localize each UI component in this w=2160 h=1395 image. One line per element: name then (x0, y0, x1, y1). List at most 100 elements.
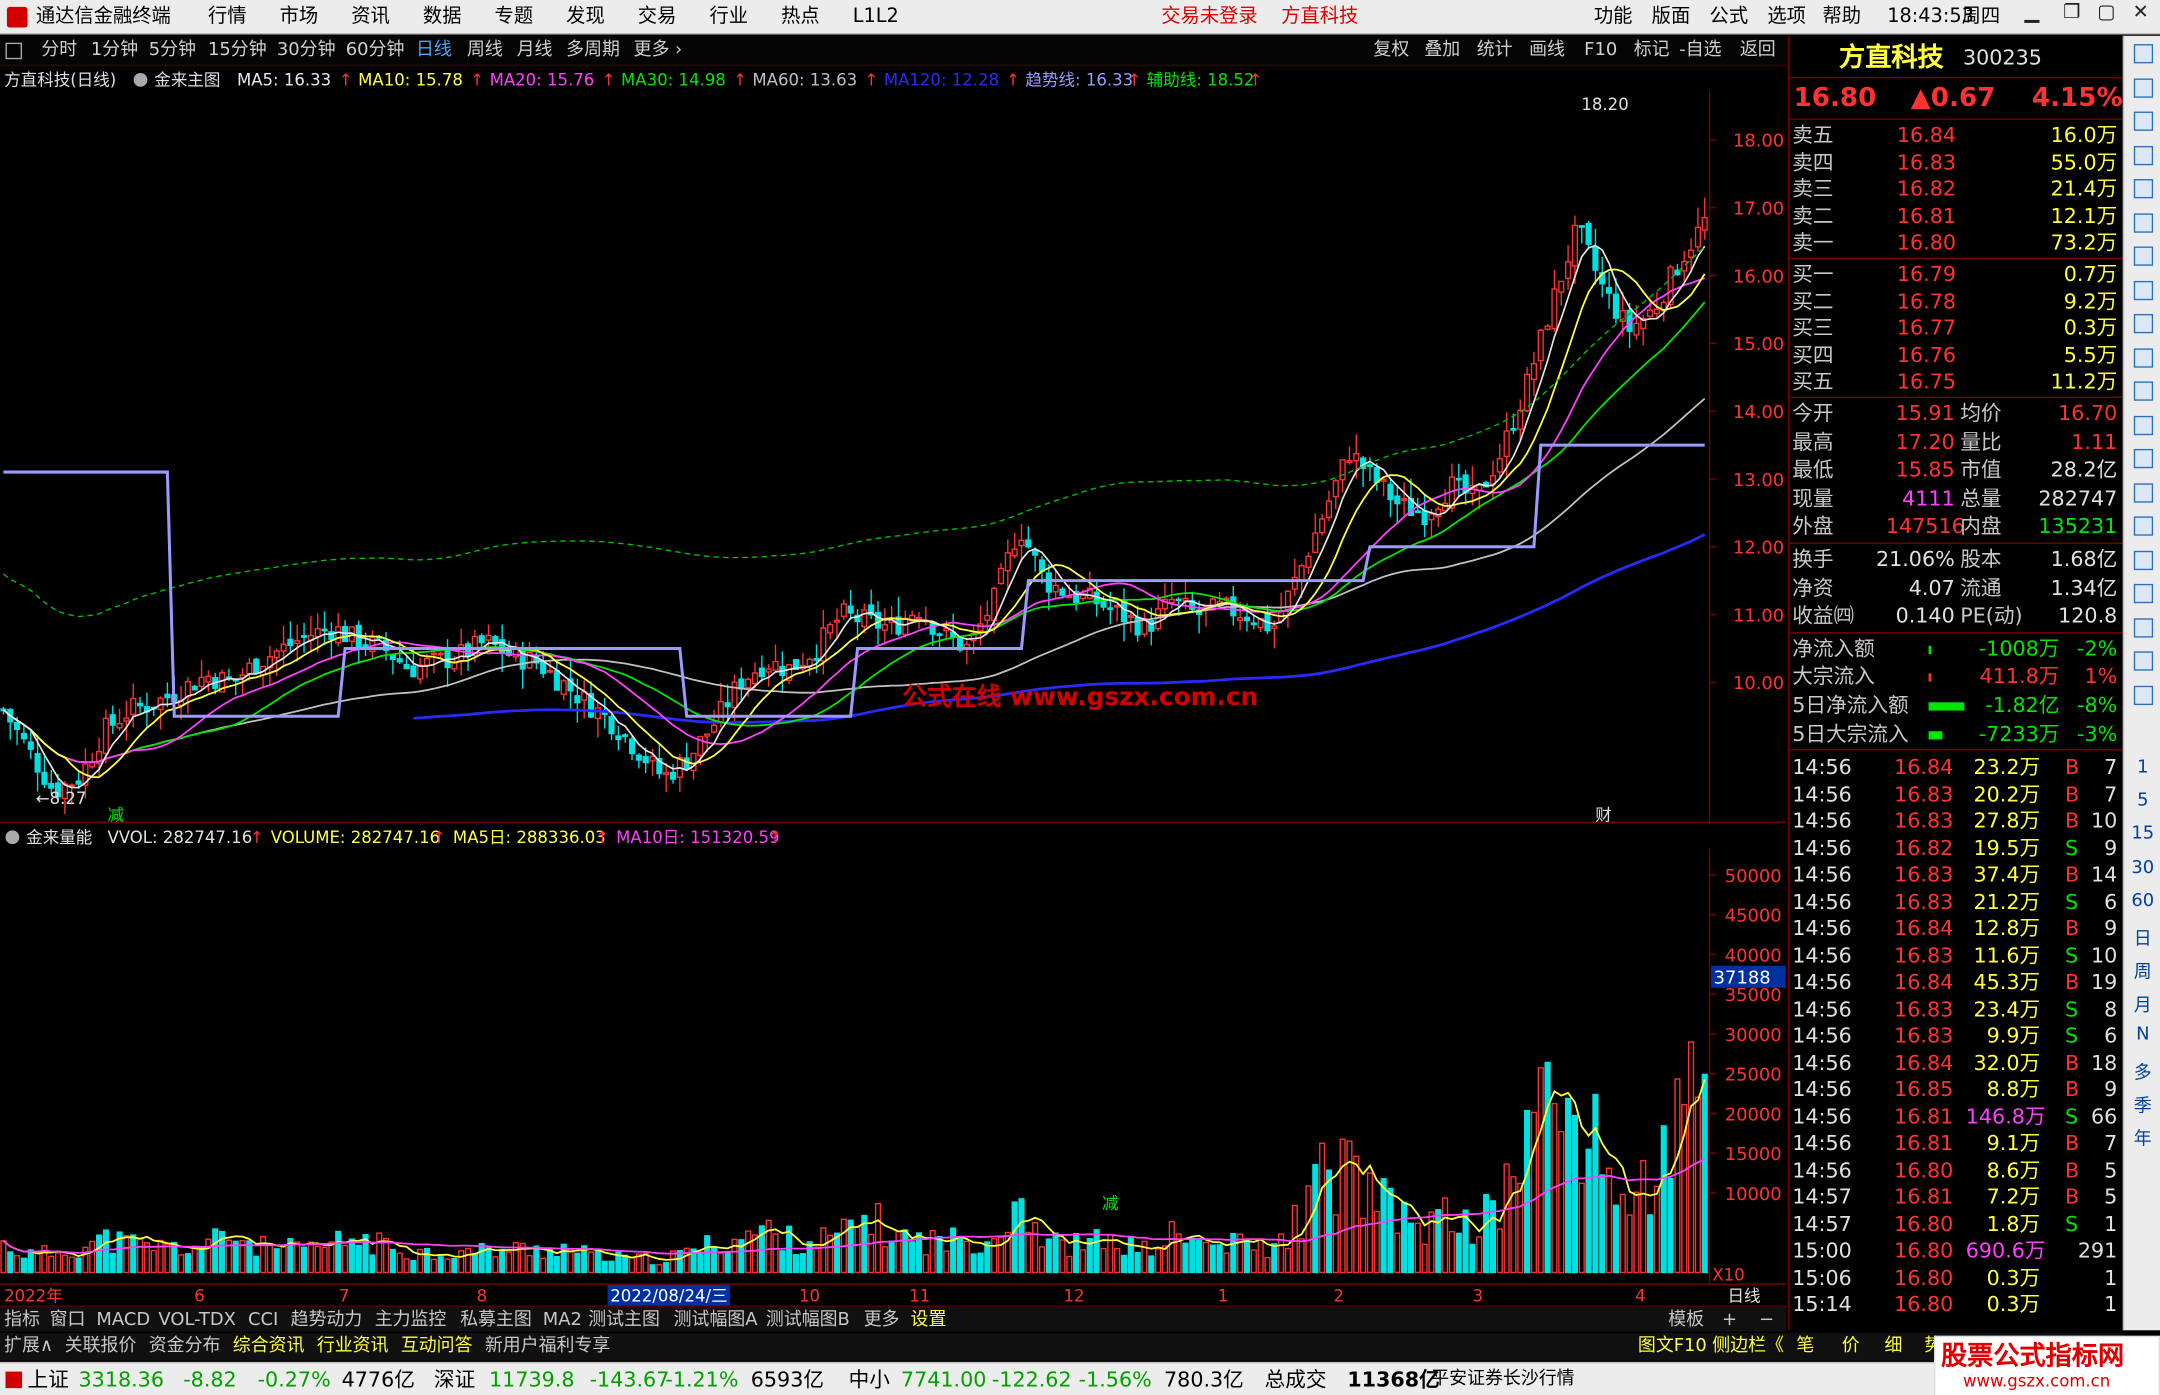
menu-item-topics[interactable]: 专题 (495, 0, 534, 34)
period-shortcut[interactable]: 年 (2124, 1124, 2160, 1150)
trend-icon[interactable] (2124, 514, 2160, 539)
panel-toggle-icon[interactable] (5, 42, 23, 60)
price-chart[interactable]: 18.00 17.00 16.00 15.00 14.00 13.00 12.00 11.00… (0, 90, 1787, 824)
extension-tab[interactable]: 互动问答 (401, 1333, 473, 1361)
template-control[interactable]: + (1722, 1307, 1737, 1333)
indicator-tab[interactable]: 测试幅图A (674, 1307, 758, 1333)
period-tab-daily[interactable]: 日线 (416, 36, 452, 66)
pen-icon[interactable] (2124, 649, 2160, 674)
period-shortcut[interactable]: 日 (2124, 924, 2160, 951)
f10-icon[interactable] (2124, 311, 2160, 336)
menu-item-quotes[interactable]: 行情 (208, 0, 247, 34)
list-icon[interactable] (2124, 143, 2160, 168)
toolbar-f10[interactable]: F10 (1584, 36, 1617, 66)
extension-tab[interactable]: 新用户福利专享 (485, 1333, 610, 1361)
grid-icon[interactable] (2124, 244, 2160, 269)
period-tab-weekly[interactable]: 周线 (467, 36, 503, 66)
indicator-tab[interactable]: 测试主图 (588, 1307, 660, 1333)
template-control[interactable]: − (1759, 1307, 1774, 1333)
sep-icon[interactable] (2124, 682, 2160, 707)
toolbar-overlay[interactable]: 叠加 (1424, 36, 1460, 66)
side-control[interactable]: 图文F10 (1638, 1333, 1707, 1361)
menu-item-hot[interactable]: 热点 (781, 0, 820, 34)
chart-icon[interactable] (2124, 109, 2160, 134)
indicator-tab[interactable]: MACD (96, 1307, 150, 1333)
side-control[interactable]: 笔 (1796, 1333, 1814, 1361)
side-control[interactable]: 价 (1842, 1333, 1860, 1361)
box-icon[interactable] (2124, 379, 2160, 404)
settings-icon[interactable] (2124, 446, 2160, 471)
period-tab-monthly[interactable]: 月线 (517, 36, 553, 66)
period-tab-30min[interactable]: 30分钟 (277, 36, 336, 66)
close-icon[interactable]: ✕ (2128, 0, 2153, 25)
indicator-tab[interactable]: 私募主图 (460, 1307, 532, 1333)
minimize-icon[interactable]: ▁ (2019, 0, 2044, 25)
extension-tab[interactable]: 行业资讯 (317, 1333, 389, 1361)
period-shortcut[interactable]: 15 (2124, 824, 2160, 845)
formula-name[interactable]: 金来主图 (154, 69, 220, 91)
menu-item-data[interactable]: 数据 (423, 0, 462, 34)
menu-item-layout[interactable]: 版面 (1652, 0, 1691, 34)
menu-item-formula[interactable]: 公式 (1710, 0, 1749, 34)
menu-item-function[interactable]: 功能 (1594, 0, 1633, 34)
period-tab-5min[interactable]: 5分钟 (149, 36, 196, 66)
up-icon[interactable] (2124, 41, 2160, 66)
indicator-tab[interactable]: VOL-TDX (158, 1307, 236, 1333)
extension-tab[interactable]: 关联报价 (65, 1333, 137, 1361)
menu-item-industry[interactable]: 行业 (709, 0, 748, 34)
rsi-icon[interactable] (2124, 547, 2160, 572)
toolbar-mark[interactable]: 标记 (1634, 36, 1670, 66)
period-shortcut[interactable]: 周 (2124, 957, 2160, 984)
extension-tab[interactable]: 综合资讯 (233, 1333, 305, 1361)
maximize-icon[interactable]: ▢ (2094, 0, 2119, 25)
volume-formula-name[interactable]: 金来量能 (26, 826, 92, 848)
period-shortcut[interactable]: 30 (2124, 857, 2160, 878)
menu-item-news[interactable]: 资讯 (351, 0, 390, 34)
indicator-tab[interactable]: 窗口 (50, 1307, 86, 1333)
menu-item-help[interactable]: 帮助 (1822, 0, 1861, 34)
period-shortcut[interactable]: 多 (2124, 1057, 2160, 1084)
toolbar-adjust[interactable]: 复权 (1373, 36, 1409, 66)
menu-item-discover[interactable]: 发现 (566, 0, 605, 34)
note-icon[interactable] (2124, 345, 2160, 370)
period-shortcut[interactable]: 季 (2124, 1091, 2160, 1117)
indicator-tab[interactable]: 指标 (4, 1307, 40, 1333)
indicator-tab[interactable]: 测试幅图B (766, 1307, 850, 1333)
side-control[interactable]: 侧边栏《 (1712, 1333, 1784, 1361)
period-shortcut[interactable]: 月 (2124, 991, 2160, 1017)
f2-icon[interactable] (2124, 412, 2160, 437)
period-shortcut[interactable]: 5 (2124, 791, 2160, 812)
table-icon[interactable] (2124, 176, 2160, 201)
menu-item-l1l2[interactable]: L1L2 (853, 0, 899, 34)
extension-tab[interactable]: 扩展∧ (4, 1333, 53, 1361)
template-control[interactable]: 模板 (1668, 1307, 1704, 1333)
formula-icon[interactable] (5, 830, 20, 845)
period-tab-60min[interactable]: 60分钟 (346, 36, 405, 66)
period-shortcut[interactable]: 60 (2124, 891, 2160, 912)
volume-chart[interactable]: 5000045000400003500030000250002000015000… (0, 848, 1787, 1284)
formula-icon[interactable] (133, 72, 148, 87)
indicator-tab[interactable]: 主力监控 (375, 1307, 447, 1333)
money-icon[interactable] (2124, 581, 2160, 606)
period-tab-1min[interactable]: 1分钟 (91, 36, 138, 66)
window-icon[interactable] (2124, 480, 2160, 505)
up-arrow-icon[interactable] (2124, 75, 2160, 100)
toolbar-back[interactable]: 返回 (1740, 36, 1776, 66)
extension-tab[interactable]: 资金分布 (149, 1333, 221, 1361)
side-control[interactable]: 细 (1884, 1333, 1902, 1361)
move-icon[interactable] (2124, 615, 2160, 640)
period-tab-15min[interactable]: 15分钟 (208, 36, 267, 66)
toolbar-stats[interactable]: 统计 (1477, 36, 1513, 66)
period-shortcut[interactable]: N (2124, 1024, 2160, 1045)
period-tab-intraday[interactable]: 分时 (41, 36, 77, 66)
indicator-tab[interactable]: 设置 (911, 1307, 947, 1333)
menu-item-market[interactable]: 市场 (280, 0, 319, 34)
line-chart-icon[interactable] (2124, 210, 2160, 235)
indicator-tab[interactable]: CCI (248, 1307, 278, 1333)
menu-item-options[interactable]: 选项 (1767, 0, 1806, 34)
menu-item-trade[interactable]: 交易 (638, 0, 677, 34)
toolbar-draw[interactable]: 画线 (1529, 36, 1565, 66)
indicator-tab[interactable]: 更多 (864, 1307, 900, 1333)
indicator-tab[interactable]: MA2 (543, 1307, 582, 1333)
indicator-tab[interactable]: 趋势动力 (291, 1307, 363, 1333)
